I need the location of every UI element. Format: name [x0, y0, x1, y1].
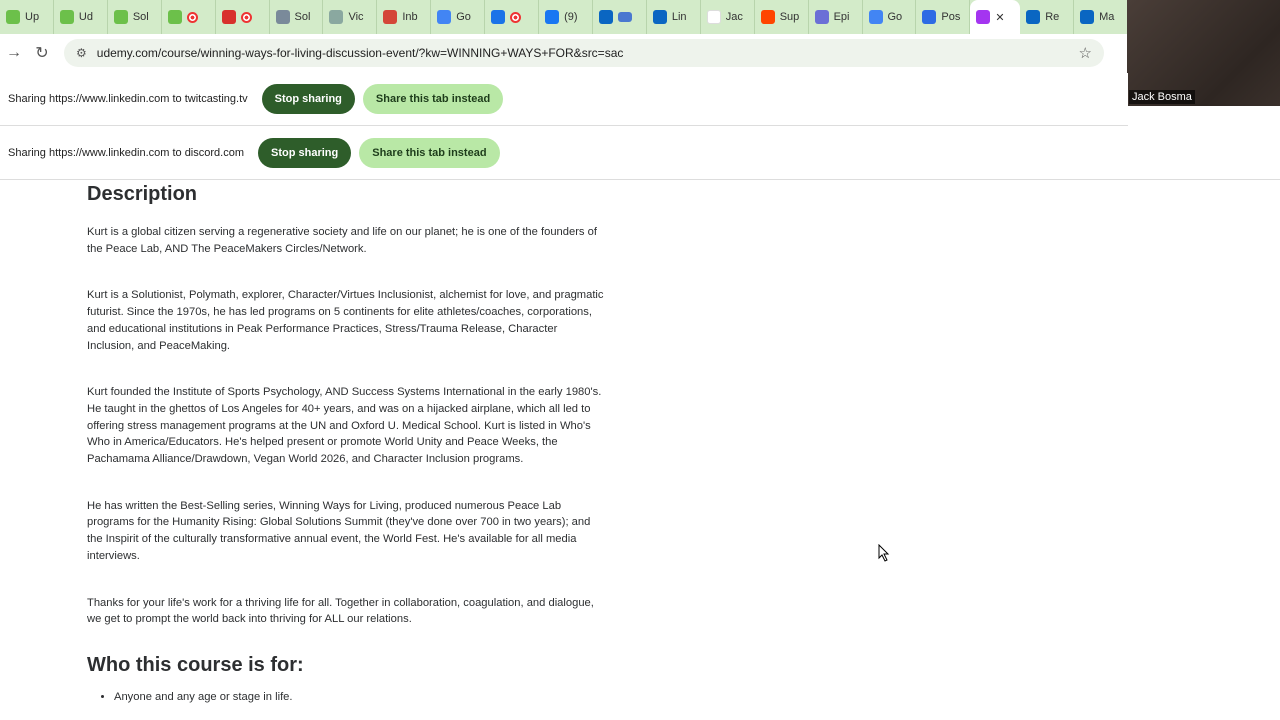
browser-tab[interactable] — [593, 0, 647, 34]
video-overlay: Jack Bosma — [1127, 0, 1280, 106]
audience-item: Anyone and any age or stage in life. — [114, 691, 607, 703]
tab-title: Sol — [132, 11, 149, 23]
share-status: Sharing https://www.linkedin.com to twit… — [8, 93, 248, 105]
gmail-icon — [383, 10, 398, 24]
screen-share-icon — [617, 12, 632, 22]
tab-title: Jac — [725, 11, 743, 23]
mouse-cursor-icon — [878, 544, 890, 562]
audience-list: Anyone and any age or stage in life. — [114, 691, 607, 703]
course-description: Description Kurt is a global citizen ser… — [87, 182, 607, 703]
zoho-icon — [922, 10, 937, 24]
tab-title: Re — [1045, 11, 1060, 23]
tab-title: Epi — [833, 11, 850, 23]
tab-strip: Up Ud Sol Sol Vic Inb Go (9) Lin Jac Sup Epi Go Pos ✕ R… — [0, 0, 1129, 34]
browser-tab[interactable]: Ud — [54, 0, 108, 34]
recording-icon — [510, 11, 522, 23]
browser-tab[interactable]: Sol — [270, 0, 324, 34]
facebook-icon — [545, 10, 560, 24]
audience-heading: Who this course is for: — [87, 653, 304, 676]
browser-tab[interactable]: Up — [0, 0, 54, 34]
browser-tab[interactable] — [162, 0, 216, 34]
participant-name: Jack Bosma — [1129, 90, 1195, 104]
url-text: udemy.com/course/winning-ways-for-living… — [96, 46, 624, 60]
browser-tab[interactable]: Sup — [755, 0, 809, 34]
share-this-tab-button[interactable]: Share this tab instead — [359, 138, 500, 168]
tab-title: Vic — [348, 11, 364, 23]
browser-tab[interactable]: Inb — [377, 0, 432, 34]
tab-title: Lin — [671, 11, 687, 23]
recording-icon — [186, 11, 198, 23]
linkedin-icon — [652, 10, 667, 24]
blank-page-icon — [706, 10, 721, 24]
podcast-icon — [814, 10, 829, 24]
share-this-tab-button[interactable]: Share this tab instead — [362, 84, 504, 114]
browser-tab[interactable]: Re — [1020, 0, 1075, 34]
tab-title: Ma — [1099, 11, 1115, 23]
m-logo-icon — [167, 10, 182, 24]
calendar-169-icon — [221, 10, 236, 24]
tab-title: Go — [456, 11, 471, 23]
udemy-icon — [976, 10, 991, 24]
rumble-icon — [59, 10, 74, 24]
description-paragraph: Thanks for your life's work for a thrivi… — [87, 596, 594, 626]
tab-title: Sol — [294, 11, 311, 23]
share-status: Sharing https://www.linkedin.com to disc… — [8, 147, 244, 159]
screen-share-bar: Sharing https://www.linkedin.com to disc… — [0, 127, 1280, 180]
browser-tab[interactable] — [216, 0, 270, 34]
sol-logo-icon — [275, 10, 290, 24]
screen-share-bar: Sharing https://www.linkedin.com to twit… — [0, 73, 1128, 126]
browser-tab[interactable]: (9) — [539, 0, 593, 34]
stop-sharing-button[interactable]: Stop sharing — [261, 84, 355, 114]
tab-title: Up — [25, 11, 40, 23]
description-paragraph: He has written the Best-Selling series, … — [87, 499, 591, 562]
browser-tab[interactable]: Go — [431, 0, 486, 34]
rumble-icon — [113, 10, 128, 24]
recording-icon — [240, 11, 252, 23]
site-info-icon[interactable]: ⚙ — [76, 46, 87, 60]
description-paragraph: Kurt is a global citizen serving a regen… — [87, 226, 597, 255]
description-paragraph: Kurt founded the Institute of Sports Psy… — [87, 386, 602, 466]
description-paragraph: Kurt is a Solutionist, Polymath, explore… — [87, 289, 604, 352]
browser-tab[interactable]: Jac — [701, 0, 755, 34]
tab-title: Inb — [402, 11, 418, 23]
browser-tab[interactable]: ✕ — [970, 0, 1021, 34]
google-calendar-icon — [868, 10, 883, 24]
browser-tab[interactable] — [485, 0, 540, 34]
tab-title: Go — [887, 11, 903, 23]
reddit-icon — [760, 10, 775, 24]
browser-tab[interactable]: Ma — [1074, 0, 1129, 34]
close-tab-icon[interactable]: ✕ — [995, 11, 1004, 24]
tab-title: Sup — [779, 11, 800, 23]
stop-sharing-button[interactable]: Stop sharing — [258, 138, 352, 168]
circle-arrow-icon — [491, 10, 506, 24]
bookmark-star-icon[interactable]: ☆ — [1079, 44, 1092, 62]
browser-tab[interactable]: Vic — [323, 0, 378, 34]
chatgpt-icon — [329, 10, 344, 24]
browser-toolbar: → ↻ ⚙ udemy.com/course/winning-ways-for-… — [0, 34, 1128, 72]
browser-tab[interactable]: Lin — [647, 0, 701, 34]
tab-title: (9) — [564, 11, 578, 23]
address-bar[interactable]: ⚙ udemy.com/course/winning-ways-for-livi… — [64, 39, 1104, 67]
tab-title: Pos — [941, 11, 961, 23]
description-heading: Description — [87, 183, 198, 205]
rumble-icon — [6, 10, 20, 24]
browser-tab[interactable]: Go — [863, 0, 917, 34]
browser-tab[interactable]: Pos — [916, 0, 971, 34]
reload-icon[interactable]: ↻ — [28, 43, 56, 63]
google-calendar-icon — [437, 10, 452, 24]
forward-icon[interactable]: → — [0, 44, 28, 62]
linkedin-icon — [1080, 10, 1095, 24]
tab-title: Ud — [78, 11, 93, 23]
browser-tab[interactable]: Epi — [809, 0, 863, 34]
linkedin-icon — [598, 10, 613, 24]
browser-tab[interactable]: Sol — [108, 0, 162, 34]
linkedin-icon — [1026, 10, 1041, 24]
